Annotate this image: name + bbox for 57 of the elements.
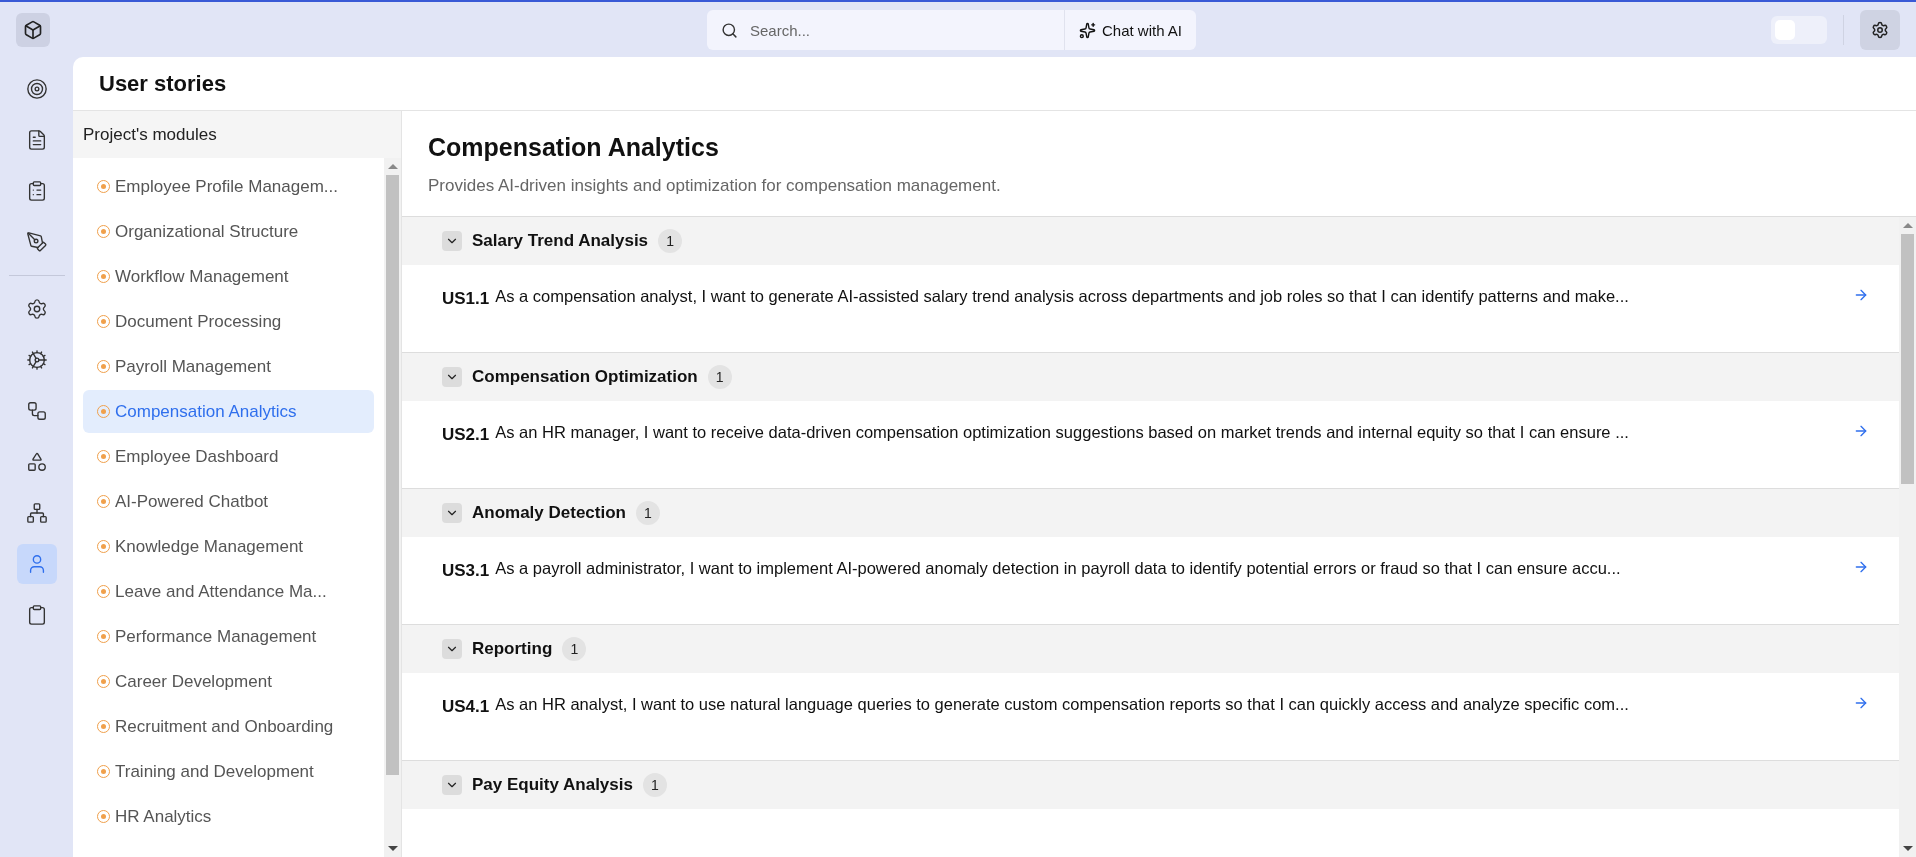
- story-text: As a payroll administrator, I want to implement AI-powered anomaly detection in payroll data to identify potential errors or fraud so that I can ensure accu...: [495, 559, 1622, 578]
- collapse-toggle[interactable]: [442, 503, 462, 523]
- search-input[interactable]: Search...: [748, 20, 1050, 40]
- collapse-toggle[interactable]: [442, 367, 462, 387]
- logo-icon[interactable]: [16, 12, 50, 47]
- story-text: As a compensation analyst, I want to generate AI-assisted salary trend analysis across departments and job roles so that I can identify patterns and make...: [495, 287, 1630, 306]
- story-count: 1: [642, 773, 667, 797]
- story-count: 1: [636, 501, 660, 525]
- scrollbar[interactable]: [384, 158, 401, 857]
- open-arrow-icon[interactable]: [1853, 559, 1869, 575]
- module-item[interactable]: HR Analytics: [83, 795, 374, 838]
- module-item[interactable]: Leave and Attendance Ma...: [83, 570, 374, 613]
- module-item[interactable]: Performance Management: [83, 615, 374, 658]
- module-item[interactable]: Knowledge Management: [83, 525, 374, 568]
- story-id: US2.1: [442, 425, 490, 445]
- module-description: Provides AI-driven insights and optimization for compensation management.: [428, 176, 1002, 196]
- section-title: Reporting: [472, 639, 553, 659]
- open-arrow-icon[interactable]: [1853, 287, 1869, 303]
- section-title: Anomaly Detection: [472, 503, 626, 523]
- user-icon[interactable]: [16, 544, 57, 584]
- module-title: Compensation Analytics: [428, 133, 720, 162]
- collapse-toggle[interactable]: [442, 639, 462, 659]
- open-arrow-icon[interactable]: [1853, 423, 1869, 439]
- story-id: US1.1: [442, 289, 490, 309]
- collapse-toggle[interactable]: [442, 231, 462, 251]
- story-count: 1: [658, 229, 683, 253]
- search-icon: [721, 21, 738, 39]
- sparkles-icon: [1079, 21, 1096, 39]
- story-id: US4.1: [442, 697, 490, 717]
- section-title: Salary Trend Analysis: [472, 231, 649, 251]
- module-item[interactable]: Document Processing: [83, 300, 374, 343]
- module-item[interactable]: Workflow Management: [83, 255, 374, 298]
- section-title: Pay Equity Analysis: [472, 775, 633, 795]
- module-item[interactable]: Training and Development: [83, 750, 374, 793]
- story-count: 1: [707, 365, 732, 389]
- module-item[interactable]: Employee Profile Managem...: [83, 165, 374, 208]
- open-arrow-icon[interactable]: [1853, 695, 1869, 711]
- settings-button[interactable]: [1860, 9, 1900, 50]
- story-text: As an HR analyst, I want to use natural language queries to generate custom compensation reports so that I can quickly access and analyze specific com...: [495, 695, 1630, 714]
- story-count: 1: [562, 637, 587, 661]
- module-item[interactable]: Payroll Management: [83, 345, 374, 388]
- section-title: Compensation Optimization: [472, 367, 698, 387]
- chat-with-ai-button[interactable]: Chat with AI: [1065, 10, 1197, 50]
- scrollbar[interactable]: [1899, 217, 1916, 857]
- collapse-toggle[interactable]: [442, 775, 462, 795]
- module-item[interactable]: AI-Powered Chatbot: [83, 480, 374, 523]
- module-item[interactable]: Compensation Analytics: [83, 390, 374, 433]
- search-field[interactable]: Search...: [707, 10, 1065, 50]
- module-item[interactable]: Career Development: [83, 660, 374, 703]
- module-item[interactable]: Recruitment and Onboarding: [83, 705, 374, 748]
- theme-toggle[interactable]: [1771, 15, 1827, 44]
- story-text: As an HR manager, I want to receive data-driven compensation optimization suggestions based on market trends and internal equity so that I can ensure ...: [495, 423, 1630, 442]
- module-item[interactable]: Employee Dashboard: [83, 435, 374, 478]
- module-item[interactable]: Organizational Structure: [83, 210, 374, 253]
- story-id: US3.1: [442, 561, 490, 581]
- modules-heading: Project's modules: [73, 111, 401, 158]
- settings-icon: [1871, 20, 1889, 39]
